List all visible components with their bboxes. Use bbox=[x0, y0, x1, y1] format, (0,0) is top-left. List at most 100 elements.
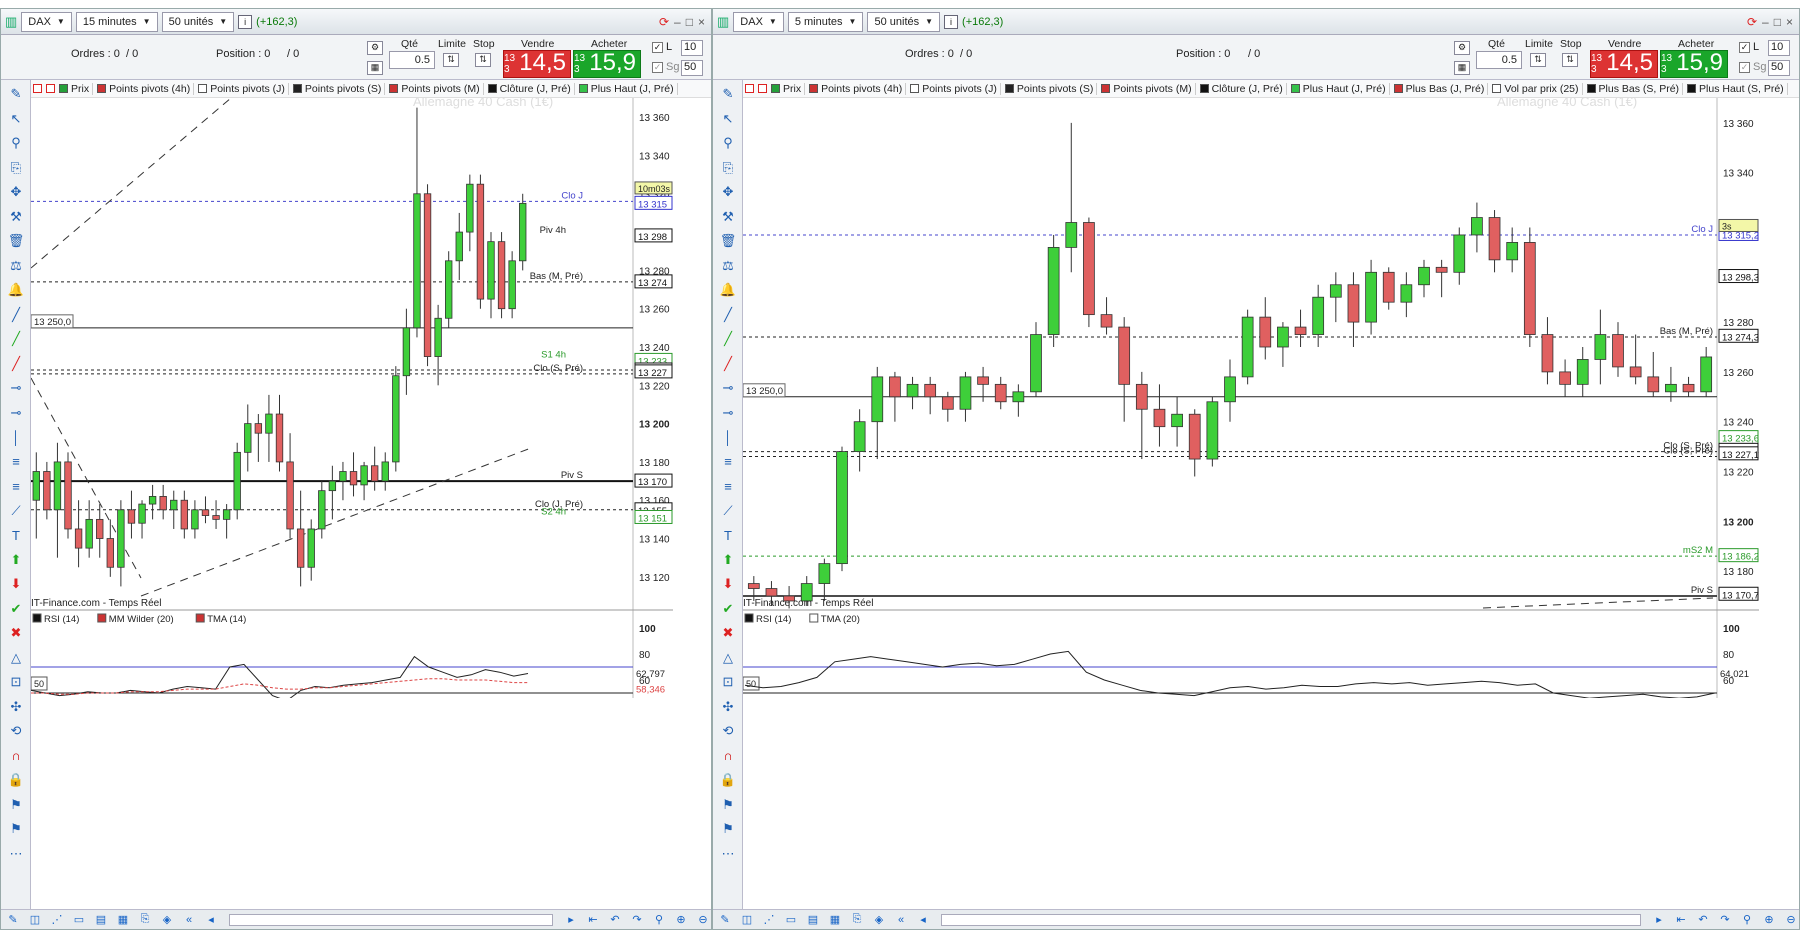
candle[interactable] bbox=[977, 376, 989, 385]
rect-icon[interactable]: ⊡ bbox=[5, 672, 27, 692]
candle[interactable] bbox=[1241, 316, 1254, 378]
candle[interactable] bbox=[1312, 296, 1325, 335]
candle[interactable] bbox=[1612, 334, 1624, 368]
flag2-icon[interactable]: ⚑ bbox=[5, 819, 27, 839]
layout-icon[interactable]: ◈ bbox=[871, 913, 887, 927]
tools-icon[interactable]: ⚒ bbox=[5, 207, 27, 227]
stop-toggle[interactable]: ⇅ bbox=[1562, 53, 1578, 67]
candle[interactable] bbox=[96, 518, 104, 539]
text-icon[interactable]: T bbox=[5, 525, 27, 545]
candle[interactable] bbox=[941, 396, 954, 410]
scroll-left-icon[interactable]: « bbox=[181, 913, 197, 927]
instrument-select[interactable]: DAX ▼ bbox=[733, 11, 784, 32]
sg-checkbox[interactable]: ✓ bbox=[652, 62, 663, 73]
candle[interactable] bbox=[871, 376, 884, 423]
flag-icon[interactable]: ⚑ bbox=[717, 795, 739, 815]
candle[interactable] bbox=[434, 317, 442, 357]
sg-checkbox[interactable]: ✓ bbox=[1739, 62, 1750, 73]
candle[interactable] bbox=[455, 231, 463, 262]
candle[interactable] bbox=[1012, 391, 1025, 403]
candle[interactable] bbox=[53, 461, 62, 511]
candle[interactable] bbox=[222, 509, 231, 520]
candle[interactable] bbox=[1277, 326, 1289, 348]
candle[interactable] bbox=[924, 383, 937, 398]
zoom-in-icon[interactable]: ⊕ bbox=[673, 913, 689, 927]
chart-type-icon[interactable]: ◫ bbox=[739, 913, 755, 927]
vline-icon[interactable]: │ bbox=[717, 427, 739, 447]
magnet-icon[interactable]: ∩ bbox=[5, 746, 27, 766]
window-icon[interactable]: ▭ bbox=[71, 913, 87, 927]
check-icon[interactable]: ✔ bbox=[5, 599, 27, 619]
candle[interactable] bbox=[328, 480, 337, 492]
cross-icon[interactable]: ✖ bbox=[5, 623, 27, 643]
chart-add-icon[interactable] bbox=[758, 84, 767, 93]
more-icon[interactable]: ⋯ bbox=[717, 844, 739, 864]
candle[interactable] bbox=[1629, 366, 1642, 378]
candle[interactable] bbox=[1329, 284, 1342, 298]
list-icon[interactable]: ▤ bbox=[805, 913, 821, 927]
timeframe-select[interactable]: 5 minutes ▼ bbox=[787, 11, 864, 32]
zoom-icon[interactable]: ⚲ bbox=[5, 133, 27, 153]
legend-item[interactable]: Points pivots (4h) bbox=[97, 82, 195, 95]
go-start-icon[interactable]: ⇤ bbox=[585, 913, 601, 927]
sell-arrow-icon[interactable]: ⬇ bbox=[717, 574, 739, 594]
zoom-out-icon[interactable]: ⊖ bbox=[1783, 913, 1799, 927]
copy-icon[interactable]: ⎘ bbox=[5, 158, 27, 178]
legend-item[interactable]: Plus Haut (S, Pré) bbox=[1687, 82, 1788, 95]
zoom-in-icon[interactable]: ⊕ bbox=[1761, 913, 1777, 927]
legend-item[interactable]: Points pivots (M) bbox=[1101, 82, 1196, 95]
legend-item[interactable]: Prix bbox=[771, 82, 806, 95]
buy-arrow-icon[interactable]: ⬆ bbox=[717, 550, 739, 570]
candle[interactable] bbox=[497, 241, 506, 310]
step-right-icon[interactable]: ▸ bbox=[563, 913, 579, 927]
candle[interactable] bbox=[519, 202, 527, 262]
unit-select[interactable]: 50 unités ▼ bbox=[161, 11, 235, 32]
candle[interactable] bbox=[381, 461, 389, 482]
zoom-icon[interactable]: ⚲ bbox=[651, 913, 667, 927]
scroll-left-icon[interactable]: « bbox=[893, 913, 909, 927]
candle[interactable] bbox=[1400, 284, 1413, 303]
trash-icon[interactable]: 🗑 bbox=[717, 231, 739, 251]
buy-button[interactable]: 13 3 15,9 bbox=[1660, 50, 1728, 78]
candle[interactable] bbox=[1206, 401, 1219, 460]
l-points-input[interactable]: 10 bbox=[681, 40, 703, 56]
chart-type-icon[interactable]: ◫ bbox=[27, 913, 43, 927]
lock-icon[interactable]: 🔒 bbox=[717, 770, 739, 790]
instrument-select[interactable]: DAX ▼ bbox=[21, 11, 72, 32]
trade-settings-icon[interactable]: ⚙ bbox=[367, 41, 383, 55]
step-left-icon[interactable]: ◂ bbox=[203, 913, 219, 927]
balance-icon[interactable]: ⚖ bbox=[5, 256, 27, 276]
sell-button[interactable]: 13 3 14,5 bbox=[1590, 50, 1658, 78]
buy-arrow-icon[interactable]: ⬆ bbox=[5, 550, 27, 570]
hline-icon[interactable]: ⊸ bbox=[5, 378, 27, 398]
candle[interactable] bbox=[170, 499, 178, 511]
candle[interactable] bbox=[1647, 376, 1660, 393]
window-icon[interactable]: ▭ bbox=[783, 913, 799, 927]
horizontal-scrollbar[interactable] bbox=[941, 913, 1641, 926]
hline-red-icon[interactable]: ⊸ bbox=[5, 403, 27, 423]
candle[interactable] bbox=[1030, 334, 1042, 393]
undo-icon[interactable]: ↶ bbox=[1695, 913, 1711, 927]
timeframe-select[interactable]: 15 minutes ▼ bbox=[75, 11, 158, 32]
chart-icon[interactable]: ▥ bbox=[717, 14, 729, 30]
step-right-icon[interactable]: ▸ bbox=[1651, 913, 1667, 927]
info-icon[interactable]: i bbox=[944, 14, 959, 29]
zoom-icon[interactable]: ⚲ bbox=[717, 133, 739, 153]
candle[interactable] bbox=[180, 499, 189, 530]
candle[interactable] bbox=[1665, 383, 1677, 393]
legend-item[interactable]: Prix bbox=[59, 82, 94, 95]
line-green-icon[interactable]: ╱ bbox=[717, 329, 739, 349]
cross-move-icon[interactable]: ✣ bbox=[5, 697, 27, 717]
candle[interactable] bbox=[233, 451, 241, 511]
chart-remove-icon[interactable] bbox=[33, 84, 42, 93]
candle[interactable] bbox=[423, 193, 432, 357]
text-icon[interactable]: T bbox=[717, 525, 739, 545]
lock-icon[interactable]: 🔒 bbox=[5, 770, 27, 790]
candle[interactable] bbox=[1065, 222, 1078, 248]
redo-icon[interactable]: ↷ bbox=[1717, 913, 1733, 927]
hline-red-icon[interactable]: ⊸ bbox=[717, 403, 739, 423]
price-chart[interactable]: Allemagne 40 Cash (1€)13 36013 34013 320… bbox=[743, 98, 1759, 698]
tools-icon[interactable]: ⚒ bbox=[717, 207, 739, 227]
pencil-icon[interactable]: ✎ bbox=[717, 84, 739, 104]
list-icon[interactable]: ▤ bbox=[93, 913, 109, 927]
